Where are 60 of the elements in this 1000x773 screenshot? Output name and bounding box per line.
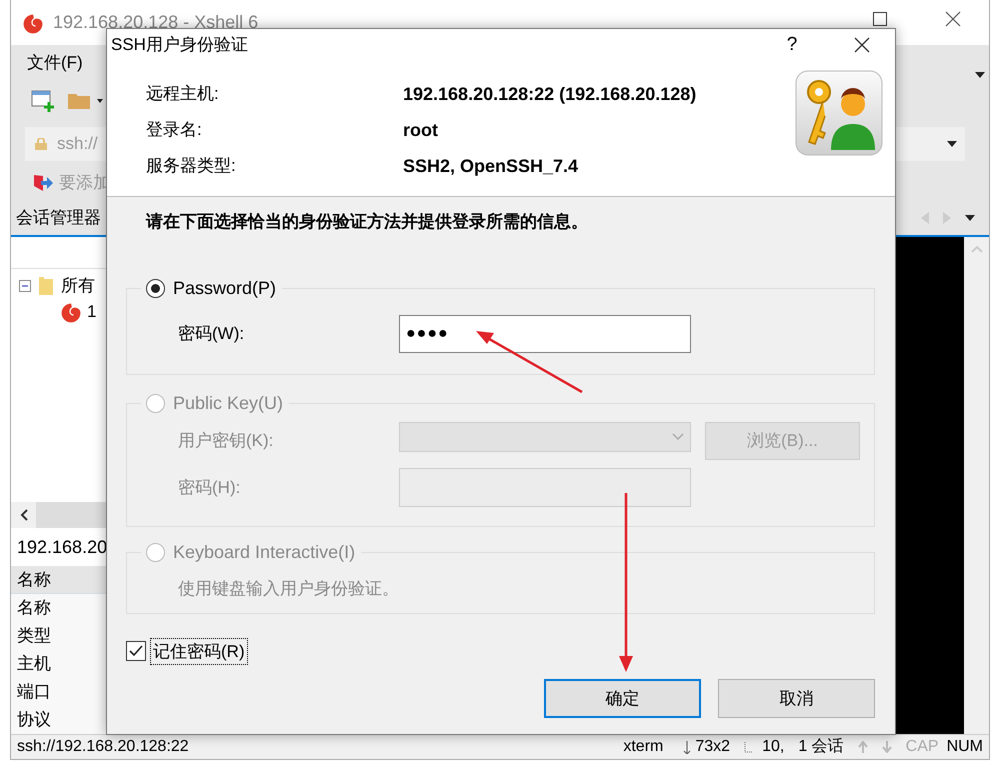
collapse-icon[interactable] [19, 280, 31, 292]
checkmark-icon [129, 645, 143, 658]
terminal-size: 73x2 [695, 737, 730, 757]
cancel-button[interactable]: 取消 [718, 679, 875, 718]
folder-icon [37, 276, 55, 296]
ok-button[interactable]: 确定 [544, 679, 701, 718]
session-count: 1 会话 [798, 737, 844, 757]
checkbox[interactable] [126, 641, 146, 662]
link-icon [33, 172, 53, 192]
info-value: SSH2, OpenSSH_7.4 [403, 154, 578, 178]
host-name: 192.168.20 [17, 536, 108, 558]
help-button[interactable]: ? [769, 29, 815, 61]
property-name: 主机 [17, 653, 51, 676]
app-logo-icon [21, 12, 45, 34]
info-value: root [403, 118, 438, 142]
instruction-text: 请在下面选择恰当的身份验证方法并提供登录所需的信息。 [144, 211, 589, 233]
new-session-icon[interactable] [31, 89, 55, 113]
property-name: 协议 [17, 709, 51, 732]
tree-item[interactable]: 1 [87, 299, 96, 325]
menu-item[interactable]: 文件(F) [27, 50, 83, 76]
checkbox-label[interactable]: 记住密码(R) [150, 638, 248, 665]
dropdown-caret-icon [672, 433, 684, 441]
column-header[interactable]: 名称 [17, 566, 51, 592]
property-name: 类型 [17, 625, 51, 648]
cursor-icon [744, 741, 754, 753]
property-name: 名称 [17, 597, 51, 620]
status-address: ssh://192.168.20.128:22 [17, 737, 189, 757]
radio-label: Keyboard Interactive(I) [173, 541, 356, 564]
info-label: 登录名: [146, 119, 203, 142]
cursor-position: 10, [762, 737, 784, 757]
field-label: 密码(H): [178, 476, 242, 499]
tab[interactable]: 会话管理器 [16, 204, 101, 230]
lock-icon [35, 138, 47, 150]
field-label: 密码(W): [178, 323, 246, 346]
key-user-icon [795, 70, 883, 156]
info-label: 远程主机: [146, 83, 220, 106]
close-icon[interactable] [945, 10, 961, 26]
key-indicator: NUM [946, 737, 983, 757]
window-title: 192.168.20.128 - Xshell 6 [53, 11, 258, 34]
scroll-left-icon[interactable] [20, 509, 28, 521]
dropdown-caret-icon[interactable] [975, 72, 985, 78]
maximize-icon[interactable] [873, 12, 887, 26]
tree-item[interactable]: 所有 [61, 273, 95, 299]
key-indicator: CAP [906, 737, 939, 757]
info-label: 服务器类型: [146, 155, 237, 178]
description-text: 使用键盘输入用户身份验证。 [178, 579, 399, 598]
property-name: 端口 [17, 681, 51, 704]
resize-icon [683, 740, 692, 754]
session-icon [59, 301, 83, 323]
radio-label: Public Key(U) [173, 392, 284, 415]
dropdown-caret-icon[interactable] [947, 140, 957, 146]
radio-label[interactable]: Password(P) [173, 275, 276, 301]
terminal-type: xterm [623, 737, 664, 757]
dropdown-caret-icon[interactable] [965, 214, 975, 220]
close-icon [854, 37, 870, 53]
info-value: 192.168.20.128:22 (192.168.20.128) [403, 82, 696, 106]
dialog-title: SSH用户身份验证 [111, 34, 248, 56]
password-field[interactable]: ●●●● [399, 315, 691, 353]
radio-button[interactable] [146, 278, 165, 298]
field-label: 用户密钥(K): [178, 430, 274, 452]
